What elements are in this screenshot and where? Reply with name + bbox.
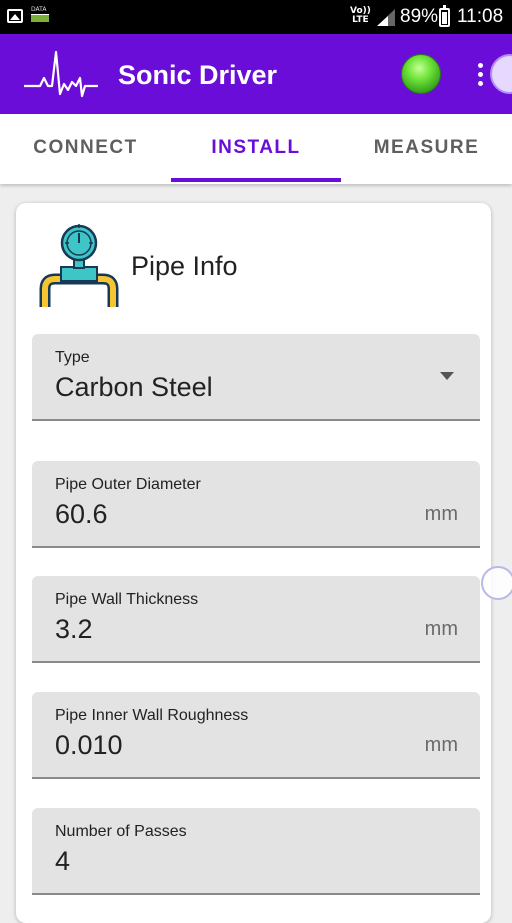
toggle-knob[interactable] bbox=[490, 54, 512, 94]
field-label: Pipe Wall Thickness bbox=[55, 591, 199, 608]
battery-icon bbox=[439, 5, 450, 27]
pipe-info-card: Pipe Info Type Carbon Steel Pipe Outer D… bbox=[16, 203, 491, 923]
status-bar: DATA Vo)) LTE 89% 11:08 bbox=[0, 0, 512, 34]
field-value: 0.010 bbox=[55, 730, 123, 760]
battery-percent: 89% bbox=[400, 6, 439, 27]
gallery-notification-icon bbox=[7, 9, 23, 23]
app-title: Sonic Driver bbox=[118, 60, 278, 90]
pipe-gauge-icon bbox=[39, 224, 119, 307]
connection-status-led-icon bbox=[401, 54, 441, 94]
pipe-type-dropdown[interactable]: Type Carbon Steel bbox=[32, 334, 480, 421]
outer-diameter-field[interactable]: Pipe Outer Diameter 60.6 mm bbox=[32, 461, 480, 548]
volte-indicator: Vo)) LTE bbox=[350, 7, 371, 25]
field-value: Carbon Steel bbox=[55, 372, 213, 402]
data-saver-icon: DATA bbox=[31, 6, 49, 24]
field-value: 60.6 bbox=[55, 499, 108, 529]
tab-connect[interactable]: CONNECT bbox=[0, 114, 171, 184]
tab-measure[interactable]: MEASURE bbox=[341, 114, 512, 184]
card-title: Pipe Info bbox=[131, 251, 238, 281]
field-unit: mm bbox=[424, 734, 458, 756]
dropdown-arrow-icon bbox=[440, 372, 454, 380]
field-label: Pipe Outer Diameter bbox=[55, 476, 201, 493]
app-bar: Sonic Driver bbox=[0, 34, 512, 114]
clock-time: 11:08 bbox=[457, 6, 504, 27]
heartbeat-logo-icon bbox=[24, 50, 98, 98]
scroll-handle[interactable] bbox=[481, 566, 512, 600]
field-label: Number of Passes bbox=[55, 823, 187, 840]
tab-selected-indicator bbox=[171, 178, 341, 182]
data-label: DATA bbox=[31, 6, 47, 13]
signal-strength-icon bbox=[377, 9, 395, 26]
wall-thickness-field[interactable]: Pipe Wall Thickness 3.2 mm bbox=[32, 576, 480, 663]
field-label: Pipe Inner Wall Roughness bbox=[55, 707, 249, 724]
field-unit: mm bbox=[424, 503, 458, 525]
volte-bottom-text: LTE bbox=[352, 15, 369, 25]
number-of-passes-field[interactable]: Number of Passes 4 bbox=[32, 808, 480, 895]
tab-install[interactable]: INSTALL bbox=[171, 114, 341, 184]
field-value: 4 bbox=[55, 846, 71, 876]
field-unit: mm bbox=[424, 618, 458, 640]
tab-bar: CONNECT INSTALL MEASURE bbox=[0, 114, 512, 184]
wall-roughness-field[interactable]: Pipe Inner Wall Roughness 0.010 mm bbox=[32, 692, 480, 779]
overflow-menu-icon[interactable] bbox=[474, 62, 486, 88]
field-label: Type bbox=[55, 349, 90, 366]
field-value: 3.2 bbox=[55, 614, 93, 644]
